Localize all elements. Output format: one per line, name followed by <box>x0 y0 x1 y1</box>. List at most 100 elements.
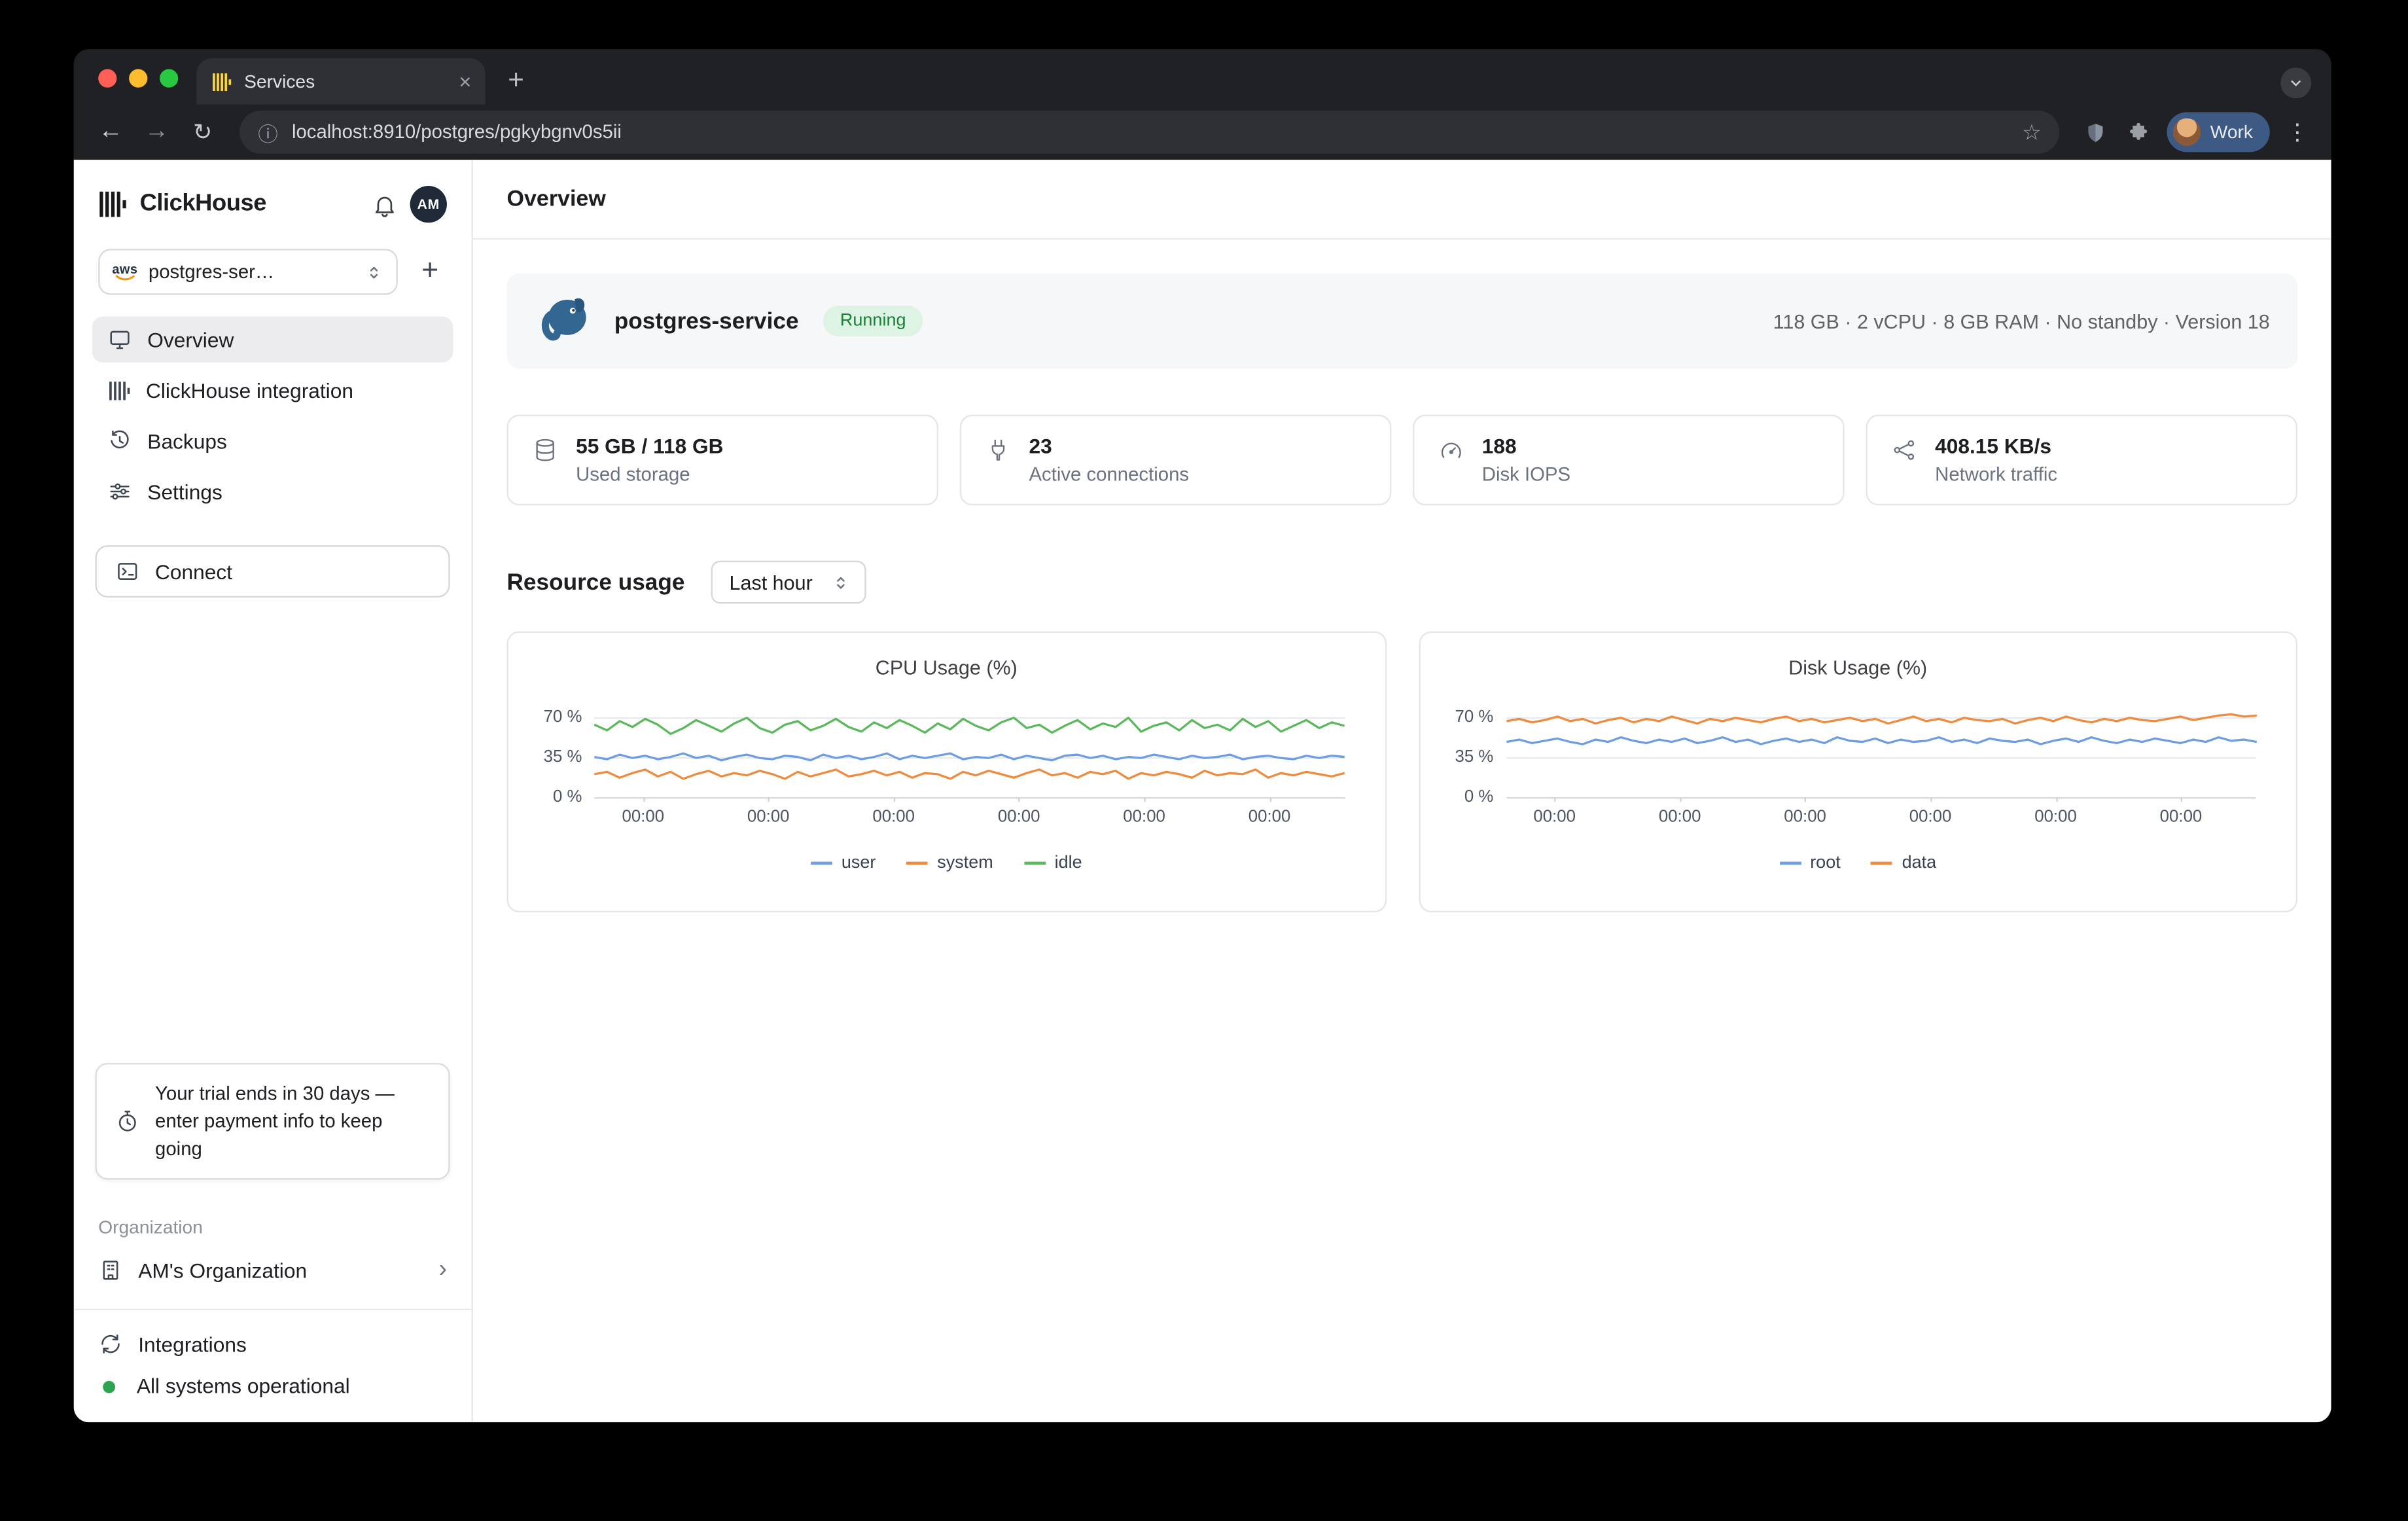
chevron-down-icon <box>2288 75 2303 90</box>
x-axis-tick-label: 00:00 <box>1909 808 1952 826</box>
chart-title: Disk Usage (%) <box>1420 656 2296 679</box>
add-service-button[interactable]: + <box>413 255 447 289</box>
connect-button[interactable]: Connect <box>96 545 450 598</box>
stat-card-network: 408.15 KB/s Network traffic <box>1866 415 2297 505</box>
series-line-idle <box>594 718 1344 734</box>
address-bar[interactable]: ⓘ localhost:8910/postgres/pgkybgnv0s5ii … <box>239 111 2060 154</box>
legend-label: root <box>1810 854 1841 872</box>
tab-search-button[interactable] <box>2280 67 2311 98</box>
backup-history-icon <box>107 429 132 454</box>
x-axis-labels: 00:0000:0000:0000:0000:0000:00 <box>594 808 1344 831</box>
profile-avatar <box>2173 118 2201 146</box>
notifications-bell-icon[interactable] <box>372 191 398 217</box>
legend-item: idle <box>1024 854 1082 872</box>
sidebar-footer: Integrations All systems operational <box>74 1309 472 1423</box>
legend-swatch <box>1024 862 1046 865</box>
organization-row[interactable]: AM's Organization › <box>98 1257 447 1284</box>
organization-section: Organization AM's Organization › <box>74 1198 472 1309</box>
legend-swatch <box>811 862 832 865</box>
fullscreen-window-button[interactable] <box>160 69 178 88</box>
status-dot <box>103 1380 115 1393</box>
new-tab-button[interactable]: + <box>495 58 538 101</box>
integrations-label: Integrations <box>138 1333 247 1355</box>
organization-name: AM's Organization <box>138 1259 423 1281</box>
sidebar-item-backups[interactable]: Backups <box>92 418 453 463</box>
close-window-button[interactable] <box>98 69 116 88</box>
bookmark-star-icon[interactable]: ☆ <box>2022 119 2041 145</box>
stat-label: Active connections <box>1029 464 1189 486</box>
browser-tab-services[interactable]: Services × <box>196 58 485 104</box>
service-name: postgres-service <box>614 308 799 334</box>
url-text[interactable]: localhost:8910/postgres/pgkybgnv0s5ii <box>292 121 622 143</box>
integrations-link[interactable]: Integrations <box>98 1332 447 1357</box>
terminal-icon <box>115 559 140 584</box>
sidebar-nav: Overview ClickHouse integration Backups <box>74 310 472 521</box>
x-axis-tick-label: 00:00 <box>622 808 664 826</box>
brand-name: ClickHouse <box>140 190 266 218</box>
gauge-icon <box>1439 438 1464 463</box>
sidebar-item-label: Overview <box>147 328 234 351</box>
user-avatar[interactable]: AM <box>410 186 447 223</box>
x-axis-tick-label: 00:00 <box>1123 808 1165 826</box>
sidebar-item-overview[interactable]: Overview <box>92 316 453 362</box>
x-axis-tick <box>643 797 645 802</box>
sidebar-item-settings[interactable]: Settings <box>92 469 453 514</box>
page-title: Overview <box>506 187 605 211</box>
x-axis-tick <box>1555 797 1556 802</box>
minimize-window-button[interactable] <box>129 69 147 88</box>
chart-gridline <box>1506 797 2256 798</box>
y-axis-tick-label: 70 % <box>544 707 582 726</box>
chart-series-svg <box>1506 705 2256 797</box>
service-selector[interactable]: aws postgres-ser… <box>98 249 398 295</box>
x-axis-tick-label: 00:00 <box>747 808 790 826</box>
legend-label: system <box>937 854 993 872</box>
chart-legend: root data <box>1420 854 2296 872</box>
x-axis-tick-label: 00:00 <box>1784 808 1826 826</box>
resource-usage-title: Resource usage <box>506 569 684 596</box>
legend-swatch <box>1871 862 1893 865</box>
y-axis-tick-label: 0 % <box>1464 788 1494 806</box>
forward-button[interactable]: → <box>135 111 179 154</box>
service-selector-row: aws postgres-ser… + <box>74 238 472 310</box>
time-range-value: Last hour <box>730 571 813 594</box>
legend-item: root <box>1779 854 1840 872</box>
extensions-puzzle-icon[interactable] <box>2118 112 2158 152</box>
cpu-usage-chart-card: CPU Usage (%) 70 %35 %0 % 00:0000:0000:0… <box>506 632 1386 912</box>
aws-logo: aws <box>112 262 137 281</box>
reload-button[interactable]: ↻ <box>181 111 224 154</box>
x-axis-tick <box>1680 797 1681 802</box>
page-header: Overview <box>473 160 2331 240</box>
legend-item: data <box>1871 854 1936 872</box>
profile-name: Work <box>2210 121 2253 143</box>
service-meta: 118 GB · 2 vCPU · 8 GB RAM · No standby … <box>1773 310 2270 332</box>
x-axis-tick-label: 00:00 <box>1533 808 1576 826</box>
network-icon <box>1892 438 1917 463</box>
x-axis-tick <box>2056 797 2057 802</box>
back-button[interactable]: ← <box>89 111 132 154</box>
x-axis-labels: 00:0000:0000:0000:0000:0000:00 <box>1506 808 2256 831</box>
site-info-icon[interactable]: ⓘ <box>258 118 278 147</box>
time-range-select[interactable]: Last hour <box>711 561 866 604</box>
series-line-user <box>594 753 1344 760</box>
sidebar-item-clickhouse-integration[interactable]: ClickHouse integration <box>92 367 453 413</box>
browser-menu-icon[interactable]: ⋮ <box>2279 118 2316 146</box>
x-axis-tick-label: 00:00 <box>2034 808 2077 826</box>
tab-close-icon[interactable]: × <box>459 71 471 92</box>
browser-profile-chip[interactable]: Work <box>2167 112 2270 152</box>
select-updown-icon <box>364 262 384 282</box>
chart-series-svg <box>594 705 1344 797</box>
legend-item: system <box>906 854 993 872</box>
database-icon <box>533 438 558 463</box>
legend-label: idle <box>1055 854 1082 872</box>
select-updown-icon <box>831 572 851 592</box>
chart-axes: 70 %35 %0 % 00:0000:0000:0000:0000:0000:… <box>1420 705 2296 831</box>
desktop-background: Services × + ← → ↻ ⓘ localhost:8910/post… <box>0 0 2408 1521</box>
x-axis-tick-label: 00:00 <box>872 808 915 826</box>
x-axis-tick <box>1019 797 1020 802</box>
shield-extension-icon[interactable] <box>2075 112 2115 152</box>
system-status-row[interactable]: All systems operational <box>98 1375 447 1398</box>
x-axis-tick <box>768 797 770 802</box>
disk-usage-chart-card: Disk Usage (%) 70 %35 %0 % 00:0000:0000:… <box>1418 632 2297 912</box>
trial-notice: Your trial ends in 30 days — enter payme… <box>96 1062 450 1179</box>
x-axis-tick <box>1269 797 1271 802</box>
